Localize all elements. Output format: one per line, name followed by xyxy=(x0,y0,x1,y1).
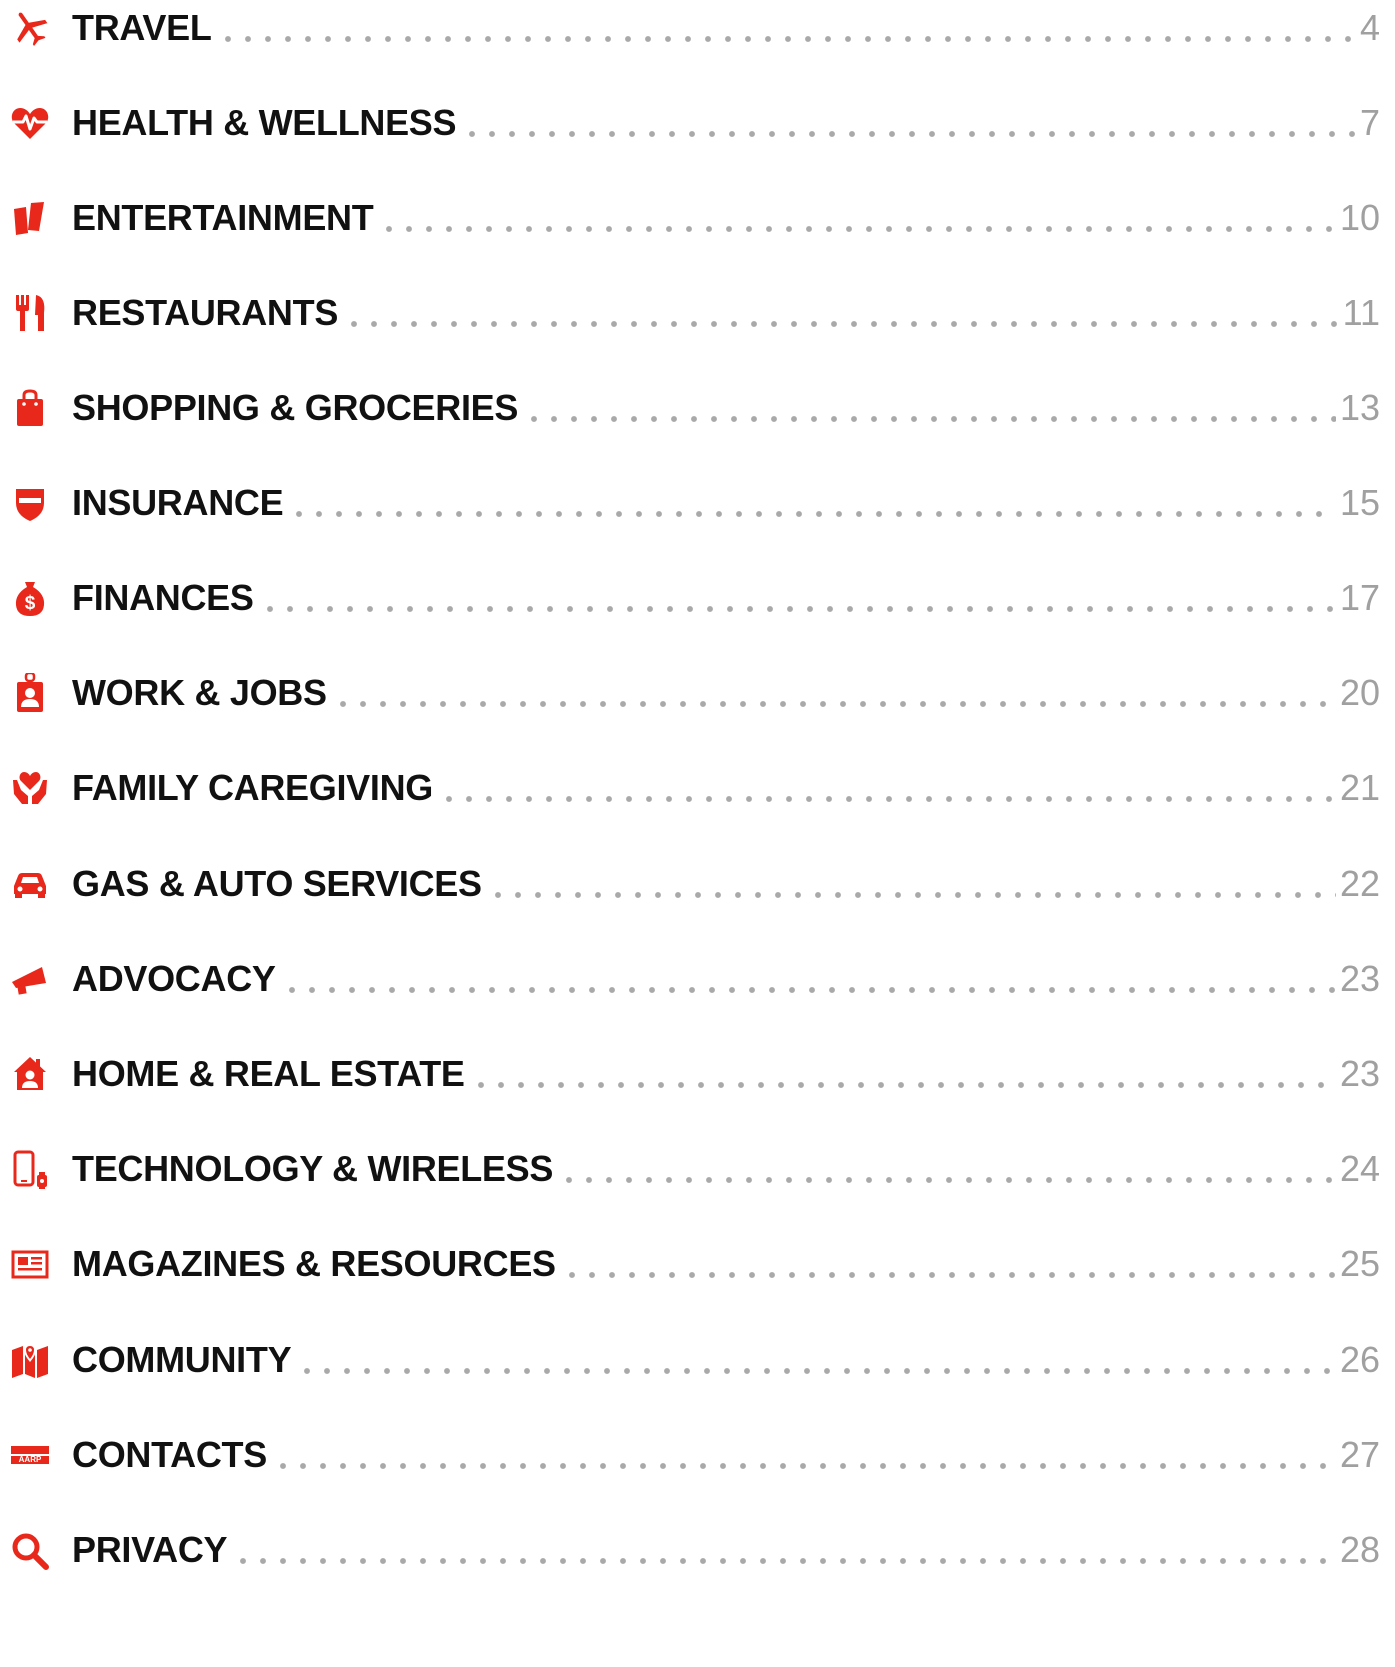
toc-entry-label: MAGAZINES & RESOURCES xyxy=(72,1243,556,1284)
toc-entry-label: HEALTH & WELLNESS xyxy=(72,102,457,143)
toc-entry-technology-wireless[interactable]: TECHNOLOGY & WIRELESS 24 xyxy=(0,1139,1380,1199)
toc-entry-label: FAMILY CAREGIVING xyxy=(72,767,433,808)
toc-entry-page: 20 xyxy=(1339,672,1380,713)
toc-entry-page: 23 xyxy=(1339,958,1380,999)
car-icon xyxy=(8,862,52,906)
toc-entry-label: RESTAURANTS xyxy=(72,292,339,333)
toc-entry-page: 4 xyxy=(1359,7,1380,48)
toc-entry-label: TRAVEL xyxy=(72,7,212,48)
dot-leader xyxy=(259,604,1336,614)
toc-entry-gas-auto-services[interactable]: GAS & AUTO SERVICES 22 xyxy=(0,854,1380,914)
toc-entry-label: TECHNOLOGY & WIRELESS xyxy=(72,1148,554,1189)
phone-watch-icon xyxy=(8,1147,52,1191)
dot-leader xyxy=(462,129,1356,139)
toc-entry-privacy[interactable]: PRIVACY 28 xyxy=(0,1520,1380,1580)
toc-entry-restaurants[interactable]: RESTAURANTS 11 xyxy=(0,283,1380,343)
toc-entry-finances[interactable]: $ FINANCES 17 xyxy=(0,568,1380,628)
toc-entry-home-real-estate[interactable]: HOME & REAL ESTATE 23 xyxy=(0,1044,1380,1104)
dot-leader xyxy=(217,34,1356,44)
toc-entry-page: 11 xyxy=(1342,292,1380,333)
dot-leader xyxy=(524,414,1336,424)
toc-entry-page: 22 xyxy=(1339,863,1380,904)
dot-leader xyxy=(561,1270,1336,1280)
hands-heart-icon xyxy=(8,766,52,810)
svg-text:$: $ xyxy=(25,593,36,614)
toc-entry-work-jobs[interactable]: WORK & JOBS 20 xyxy=(0,663,1380,723)
aarp-card-text: AARP xyxy=(19,1455,42,1464)
toc-entry-entertainment[interactable]: ENTERTAINMENT 10 xyxy=(0,188,1380,248)
toc-entry-label: PRIVACY xyxy=(72,1529,228,1570)
toc-entry-page: 28 xyxy=(1339,1529,1380,1570)
dot-leader xyxy=(233,1556,1336,1566)
toc-entry-label: CONTACTS xyxy=(72,1434,267,1475)
newspaper-icon xyxy=(8,1242,52,1286)
toc-entry-community[interactable]: COMMUNITY 26 xyxy=(0,1330,1380,1390)
dot-leader xyxy=(487,890,1336,900)
dot-leader xyxy=(344,319,1339,329)
airplane-icon xyxy=(8,6,52,50)
toc-entry-page: 21 xyxy=(1339,767,1380,808)
toc-entry-label: FINANCES xyxy=(72,577,254,618)
house-person-icon xyxy=(8,1052,52,1096)
toc-entry-label: ADVOCACY xyxy=(72,958,276,999)
dot-leader xyxy=(272,1461,1336,1471)
dot-leader xyxy=(289,509,1336,519)
toc-entry-label: ENTERTAINMENT xyxy=(72,197,374,238)
money-bag-icon: $ xyxy=(8,576,52,620)
toc-entry-page: 7 xyxy=(1359,102,1380,143)
table-of-contents: TRAVEL 4 HEALTH & WELLNESS 7 ENTERTAINME… xyxy=(0,0,1395,1667)
toc-entry-page: 27 xyxy=(1339,1434,1380,1475)
shield-icon xyxy=(8,481,52,525)
toc-entry-advocacy[interactable]: ADVOCACY 23 xyxy=(0,949,1380,1009)
map-pin-icon xyxy=(8,1338,52,1382)
dot-leader xyxy=(438,794,1336,804)
toc-entry-page: 25 xyxy=(1339,1243,1380,1284)
dot-leader xyxy=(332,699,1336,709)
id-badge-icon xyxy=(8,671,52,715)
toc-entry-page: 15 xyxy=(1339,482,1380,523)
toc-entry-magazines-resources[interactable]: MAGAZINES & RESOURCES 25 xyxy=(0,1234,1380,1294)
toc-entry-travel[interactable]: TRAVEL 4 xyxy=(0,0,1380,58)
toc-entry-label: SHOPPING & GROCERIES xyxy=(72,387,519,428)
dot-leader xyxy=(559,1175,1336,1185)
toc-entry-label: WORK & JOBS xyxy=(72,672,327,713)
tickets-icon xyxy=(8,196,52,240)
toc-entry-page: 17 xyxy=(1339,577,1380,618)
toc-entry-shopping-groceries[interactable]: SHOPPING & GROCERIES 13 xyxy=(0,378,1380,438)
toc-entry-family-caregiving[interactable]: FAMILY CAREGIVING 21 xyxy=(0,758,1380,818)
toc-entry-page: 10 xyxy=(1339,197,1380,238)
toc-entry-page: 23 xyxy=(1339,1053,1380,1094)
toc-entry-label: HOME & REAL ESTATE xyxy=(72,1053,465,1094)
dot-leader xyxy=(297,1366,1336,1376)
toc-entry-page: 13 xyxy=(1339,387,1380,428)
shopping-bag-icon xyxy=(8,386,52,430)
toc-entry-label: INSURANCE xyxy=(72,482,284,523)
fork-knife-icon xyxy=(8,291,52,335)
dot-leader xyxy=(379,224,1336,234)
toc-entry-page: 26 xyxy=(1339,1339,1380,1380)
toc-entry-label: GAS & AUTO SERVICES xyxy=(72,863,482,904)
heart-pulse-icon xyxy=(8,101,52,145)
toc-entry-contacts[interactable]: AARP CONTACTS 27 xyxy=(0,1425,1380,1485)
toc-entry-insurance[interactable]: INSURANCE 15 xyxy=(0,473,1380,533)
toc-entry-label: COMMUNITY xyxy=(72,1339,292,1380)
dot-leader xyxy=(470,1080,1336,1090)
toc-entry-page: 24 xyxy=(1339,1148,1380,1189)
aarp-card-icon: AARP xyxy=(8,1433,52,1477)
dot-leader xyxy=(281,985,1336,995)
toc-entry-health-wellness[interactable]: HEALTH & WELLNESS 7 xyxy=(0,93,1380,153)
magnifier-icon xyxy=(8,1528,52,1572)
megaphone-icon xyxy=(8,957,52,1001)
